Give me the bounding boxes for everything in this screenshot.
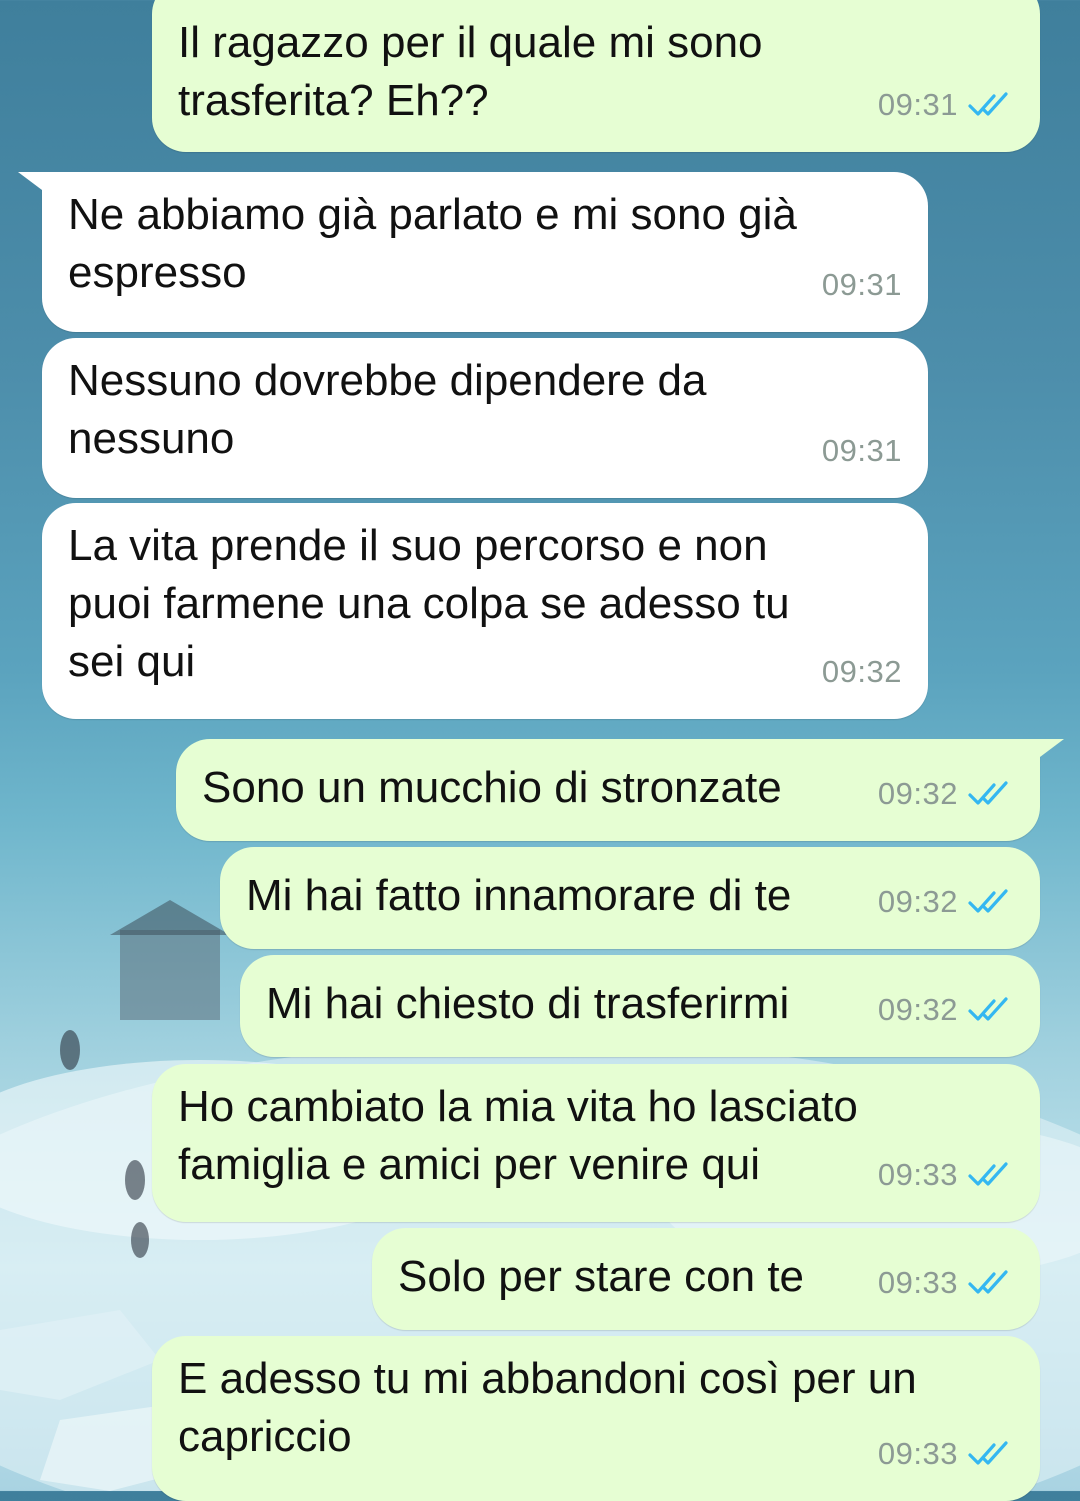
- double-check-read-icon: [968, 92, 1008, 116]
- double-check-read-icon: [968, 997, 1008, 1021]
- chat-message-list[interactable]: Il ragazzo per il quale mi sono trasferi…: [0, 0, 1080, 1501]
- double-check-read-icon: [968, 1270, 1008, 1294]
- double-check-read-icon: [968, 1441, 1008, 1465]
- outgoing-message-bubble[interactable]: Ho cambiato la mia vita ho lasciato fami…: [152, 1064, 1040, 1222]
- incoming-bubble-tail: [18, 172, 58, 202]
- message-timestamp: 09:32: [821, 654, 902, 689]
- outgoing-message-bubble[interactable]: Mi hai fatto innamorare di te 09:32: [220, 847, 1040, 949]
- message-timestamp: 09:33: [877, 1265, 958, 1300]
- double-check-read-icon: [968, 1162, 1008, 1186]
- double-check-read-icon: [968, 781, 1008, 805]
- message-meta: 09:32: [878, 981, 1014, 1039]
- message-meta: 09:31: [822, 256, 902, 314]
- outgoing-message-bubble[interactable]: Solo per stare con te 09:33: [372, 1228, 1040, 1330]
- message-text: Ne abbiamo già parlato e mi sono già esp…: [68, 190, 797, 297]
- message-timestamp: 09:33: [877, 1436, 958, 1471]
- incoming-message-bubble[interactable]: La vita prende il suo percorso e non puo…: [42, 503, 928, 719]
- outgoing-message-bubble[interactable]: Mi hai chiesto di trasferirmi 09:32: [240, 955, 1040, 1057]
- message-timestamp: 09:33: [877, 1157, 958, 1192]
- message-text: Nessuno dovrebbe dipendere da nessuno: [68, 356, 707, 463]
- message-meta: 09:32: [822, 643, 902, 701]
- message-meta: 09:33: [878, 1254, 1014, 1312]
- outgoing-message-bubble[interactable]: Sono un mucchio di stronzate 09:32: [176, 739, 1040, 841]
- message-timestamp: 09:32: [877, 992, 958, 1027]
- message-timestamp: 09:32: [877, 884, 958, 919]
- outgoing-message-bubble[interactable]: Il ragazzo per il quale mi sono trasferi…: [152, 0, 1040, 152]
- incoming-message-bubble[interactable]: Nessuno dovrebbe dipendere da nessuno 09:…: [42, 338, 928, 498]
- message-timestamp: 09:31: [821, 433, 902, 468]
- message-meta: 09:31: [822, 422, 902, 480]
- message-timestamp: 09:32: [877, 776, 958, 811]
- message-meta: 09:33: [878, 1146, 1014, 1204]
- message-meta: 09:33: [878, 1425, 1014, 1483]
- message-timestamp: 09:31: [877, 87, 958, 122]
- outgoing-bubble-tail: [1024, 739, 1064, 769]
- incoming-message-bubble[interactable]: Ne abbiamo già parlato e mi sono già esp…: [42, 172, 928, 332]
- message-meta: 09:31: [878, 76, 1014, 134]
- message-meta: 09:32: [878, 765, 1014, 823]
- message-text: La vita prende il suo percorso e non puo…: [68, 521, 790, 686]
- message-meta: 09:32: [878, 873, 1014, 931]
- outgoing-message-bubble[interactable]: E adesso tu mi abbandoni così per un cap…: [152, 1336, 1040, 1501]
- message-timestamp: 09:31: [821, 267, 902, 302]
- double-check-read-icon: [968, 889, 1008, 913]
